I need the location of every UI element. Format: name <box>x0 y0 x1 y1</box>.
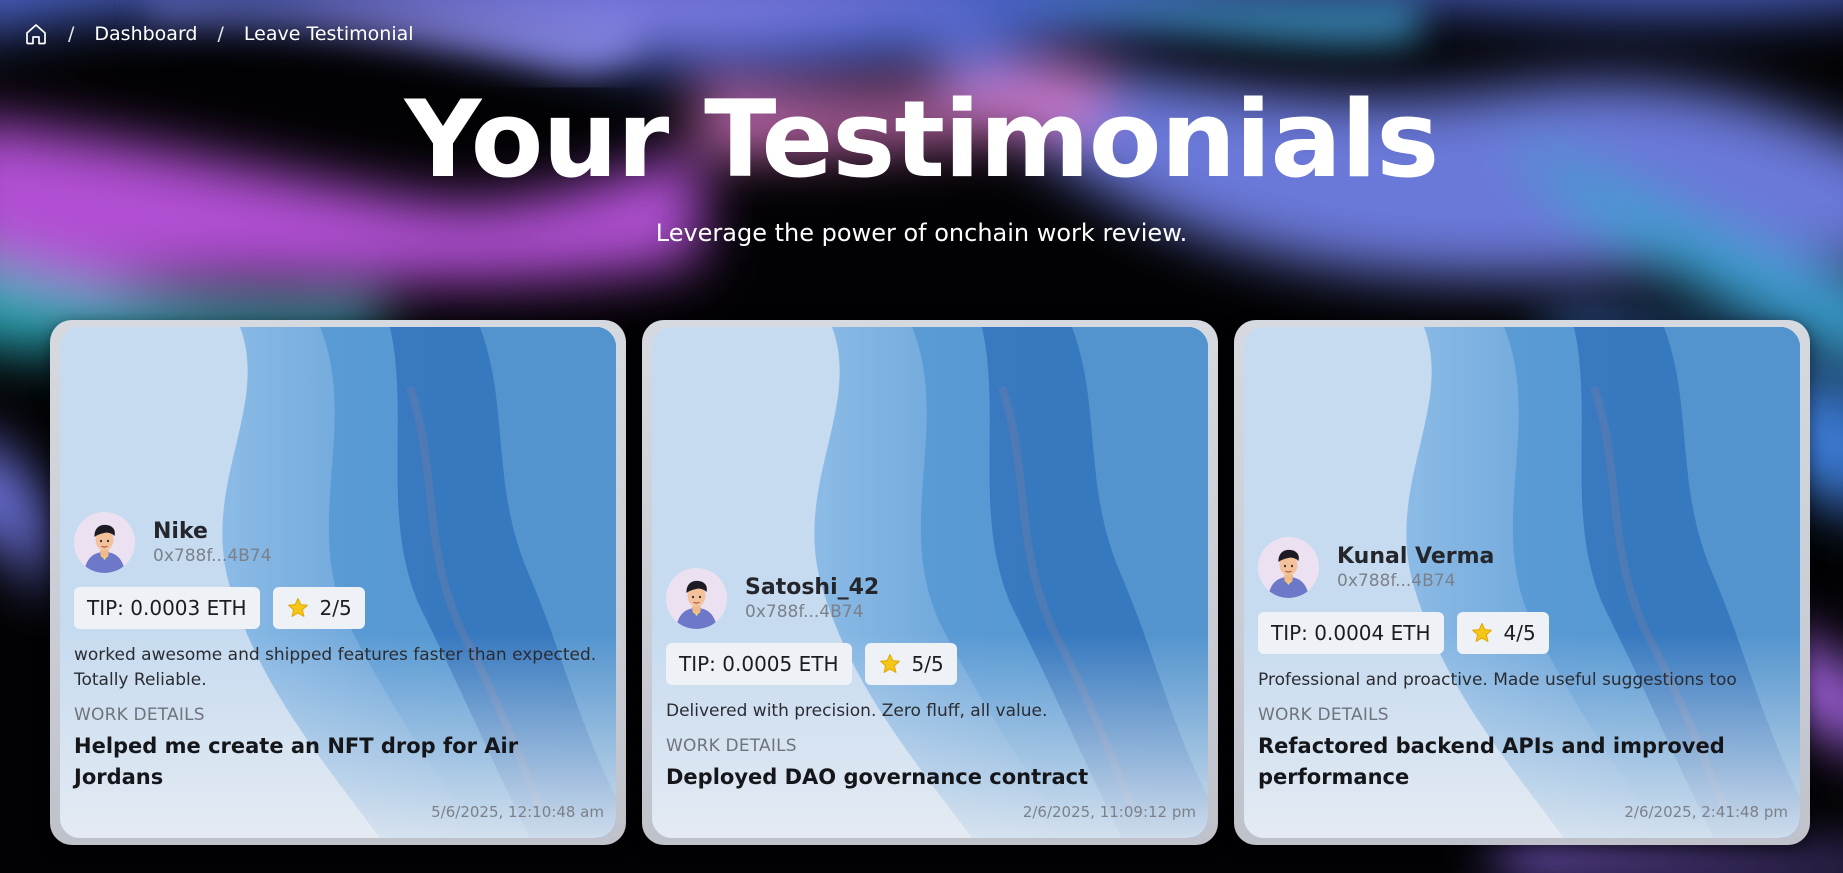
badges: TIP: 0.0004 ETH 4/5 <box>1258 612 1786 654</box>
wallet-address: 0x788f...4B74 <box>153 546 272 566</box>
rating-value: 5/5 <box>911 652 944 676</box>
testimonial-list: Nike 0x788f...4B74 TIP: 0.0003 ETH 2/5 w… <box>50 320 1810 850</box>
breadcrumb-separator: / <box>68 23 75 45</box>
avatar <box>74 512 135 573</box>
testimonial-card-content: Satoshi_42 0x788f...4B74 TIP: 0.0005 ETH… <box>666 568 1196 838</box>
work-details-label: WORK DETAILS <box>1258 705 1389 725</box>
rating-badge: 4/5 <box>1456 612 1549 654</box>
breadcrumb-separator: / <box>217 23 224 45</box>
tip-badge: TIP: 0.0004 ETH <box>1258 612 1444 654</box>
work-details-text: Deployed DAO governance contract <box>666 765 1089 789</box>
wallet-address: 0x788f...4B74 <box>1337 571 1456 591</box>
work-details-label: WORK DETAILS <box>74 705 205 725</box>
page-title: Your Testimonials <box>404 78 1440 201</box>
testimonial-card: Satoshi_42 0x788f...4B74 TIP: 0.0005 ETH… <box>652 327 1208 838</box>
tip-badge: TIP: 0.0005 ETH <box>666 643 852 685</box>
breadcrumb: / Dashboard / Leave Testimonial <box>24 22 414 46</box>
wallet-address: 0x788f...4B74 <box>745 602 864 622</box>
avatar <box>1258 537 1319 598</box>
testimonial-card: Kunal Verma 0x788f...4B74 TIP: 0.0004 ET… <box>1244 327 1800 838</box>
reviewer-name: Nike <box>153 519 208 544</box>
rating-value: 4/5 <box>1503 621 1536 645</box>
reviewer-name: Satoshi_42 <box>745 575 880 600</box>
review-text: Professional and proactive. Made useful … <box>1258 670 1737 690</box>
testimonial-card-content: Nike 0x788f...4B74 TIP: 0.0003 ETH 2/5 w… <box>74 512 604 838</box>
profile: Kunal Verma 0x788f...4B74 <box>1258 537 1786 598</box>
work-details-text: Helped me create an NFT drop for Air Jor… <box>74 734 519 789</box>
testimonial-card: Nike 0x788f...4B74 TIP: 0.0003 ETH 2/5 w… <box>60 327 616 838</box>
breadcrumb-current: Leave Testimonial <box>243 23 414 45</box>
page-subtitle: Leverage the power of onchain work revie… <box>655 219 1188 247</box>
work-details-label: WORK DETAILS <box>666 736 797 756</box>
badges: TIP: 0.0003 ETH 2/5 <box>74 587 602 629</box>
timestamp: 5/6/2025, 12:10:48 am <box>431 803 604 821</box>
rating-badge: 2/5 <box>272 587 365 629</box>
star-icon <box>878 652 902 676</box>
timestamp: 2/6/2025, 11:09:12 pm <box>1022 803 1196 821</box>
review-text: worked awesome and shipped features fast… <box>74 645 597 690</box>
rating-badge: 5/5 <box>864 643 957 685</box>
profile: Nike 0x788f...4B74 <box>74 512 602 573</box>
testimonial-card-frame: Satoshi_42 0x788f...4B74 TIP: 0.0005 ETH… <box>642 320 1218 845</box>
testimonial-card-frame: Nike 0x788f...4B74 TIP: 0.0003 ETH 2/5 w… <box>50 320 626 845</box>
timestamp: 2/6/2025, 2:41:48 pm <box>1624 803 1788 821</box>
reviewer-name: Kunal Verma <box>1337 544 1495 569</box>
testimonial-card-content: Kunal Verma 0x788f...4B74 TIP: 0.0004 ET… <box>1258 537 1788 838</box>
breadcrumb-link-dashboard[interactable]: Dashboard <box>94 23 197 45</box>
work-details-text: Refactored backend APIs and improved per… <box>1258 734 1725 789</box>
star-icon <box>1470 621 1494 645</box>
badges: TIP: 0.0005 ETH 5/5 <box>666 643 1194 685</box>
review-text: Delivered with precision. Zero fluff, al… <box>666 701 1048 721</box>
profile: Satoshi_42 0x788f...4B74 <box>666 568 1194 629</box>
testimonial-card-frame: Kunal Verma 0x788f...4B74 TIP: 0.0004 ET… <box>1234 320 1810 845</box>
star-icon <box>286 596 310 620</box>
home-icon[interactable] <box>24 22 48 46</box>
tip-badge: TIP: 0.0003 ETH <box>74 587 260 629</box>
avatar <box>666 568 727 629</box>
rating-value: 2/5 <box>319 596 352 620</box>
